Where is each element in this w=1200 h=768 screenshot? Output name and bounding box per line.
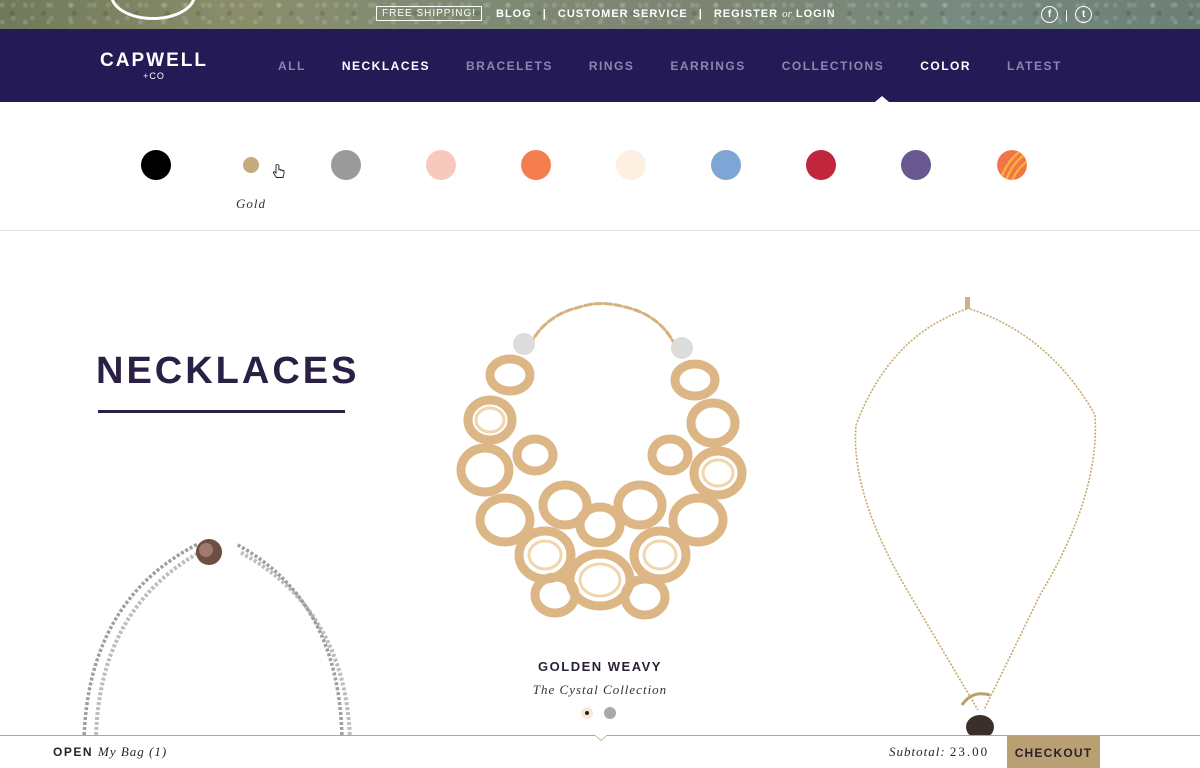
hand-cursor-icon xyxy=(272,164,285,178)
main-navigation: CAPWELL +CO ALL NECKLACES BRACELETS RING… xyxy=(0,29,1200,102)
facebook-glyph: f xyxy=(1047,9,1052,20)
carousel-dots xyxy=(581,707,616,719)
swatch-purple[interactable] xyxy=(901,150,931,180)
multicolor-stripes xyxy=(997,150,1027,180)
swatch-gold[interactable] xyxy=(243,157,259,173)
nav-item-all[interactable]: ALL xyxy=(278,59,306,73)
twitter-glyph: t xyxy=(1081,9,1086,20)
product-name[interactable]: GOLDEN WEAVY xyxy=(450,659,750,674)
open-bag-button[interactable]: OPEN xyxy=(53,745,93,759)
separator: | xyxy=(542,7,547,20)
separator: | xyxy=(698,7,703,20)
brand-logo[interactable]: CAPWELL +CO xyxy=(98,50,210,82)
brand-sub: +CO xyxy=(143,71,165,81)
top-utility-bar: FREE SHIPPING! BLOG | CUSTOMER SERVICE |… xyxy=(0,0,1200,29)
hovered-color-label: Gold xyxy=(236,196,266,211)
top-links: FREE SHIPPING! BLOG | CUSTOMER SERVICE |… xyxy=(376,6,836,21)
login-link[interactable]: LOGIN xyxy=(796,8,836,20)
product-image-silver-chain[interactable] xyxy=(70,530,370,740)
swatch-orange[interactable] xyxy=(521,150,551,180)
nav-item-rings[interactable]: RINGS xyxy=(589,59,635,73)
category-title: NECKLACES xyxy=(96,350,360,392)
shopping-bag-bar: OPEN My Bag (1) Subtotal: 23.00 CHECKOUT xyxy=(0,735,1200,768)
carousel-dot-1[interactable] xyxy=(581,707,593,719)
nav-item-bracelets[interactable]: BRACELETS xyxy=(466,59,553,73)
product-image-gold-pendant[interactable] xyxy=(850,295,1110,735)
subtotal-label: Subtotal: xyxy=(889,744,946,759)
nav-item-color[interactable]: COLOR xyxy=(920,59,971,73)
register-link[interactable]: REGISTER xyxy=(714,8,778,20)
facebook-icon[interactable]: f xyxy=(1041,6,1058,23)
product-collection: The Cystal Collection xyxy=(532,682,668,697)
brand-name: CAPWELL xyxy=(100,50,208,71)
subtotal-value: 23.00 xyxy=(949,744,990,759)
subtotal: Subtotal: 23.00 xyxy=(889,744,989,760)
swatch-blue[interactable] xyxy=(711,150,741,180)
social-links: f | t xyxy=(1041,6,1093,23)
separator: | xyxy=(1065,7,1069,22)
nav-item-earrings[interactable]: EARRINGS xyxy=(670,59,745,73)
nav-item-collections[interactable]: COLLECTIONS xyxy=(782,59,885,73)
bag-count-label[interactable]: My Bag (1) xyxy=(98,744,167,760)
logo-emblem xyxy=(110,0,196,20)
swatch-black[interactable] xyxy=(141,150,171,180)
swatch-multicolor[interactable] xyxy=(997,150,1027,180)
swatch-silver[interactable] xyxy=(331,150,361,180)
free-shipping-badge[interactable]: FREE SHIPPING! xyxy=(376,6,483,21)
product-image-golden-weavy[interactable] xyxy=(450,295,755,625)
nav-item-necklaces[interactable]: NECKLACES xyxy=(342,59,430,73)
blog-link[interactable]: BLOG xyxy=(496,8,532,20)
swatch-red[interactable] xyxy=(806,150,836,180)
swatch-cream[interactable] xyxy=(616,150,646,180)
checkout-button[interactable]: CHECKOUT xyxy=(1007,736,1100,768)
color-filter-bar: Gold xyxy=(0,102,1200,231)
nav-item-latest[interactable]: LATEST xyxy=(1007,59,1062,73)
twitter-icon[interactable]: t xyxy=(1075,6,1093,23)
nav-links: ALL NECKLACES BRACELETS RINGS EARRINGS C… xyxy=(278,59,1098,73)
or-text: or xyxy=(782,7,792,20)
carousel-dot-2[interactable] xyxy=(604,707,616,719)
category-underline xyxy=(98,410,345,413)
bag-notch-inner xyxy=(595,735,607,740)
customer-service-link[interactable]: CUSTOMER SERVICE xyxy=(558,8,688,20)
swatch-pink[interactable] xyxy=(426,150,456,180)
